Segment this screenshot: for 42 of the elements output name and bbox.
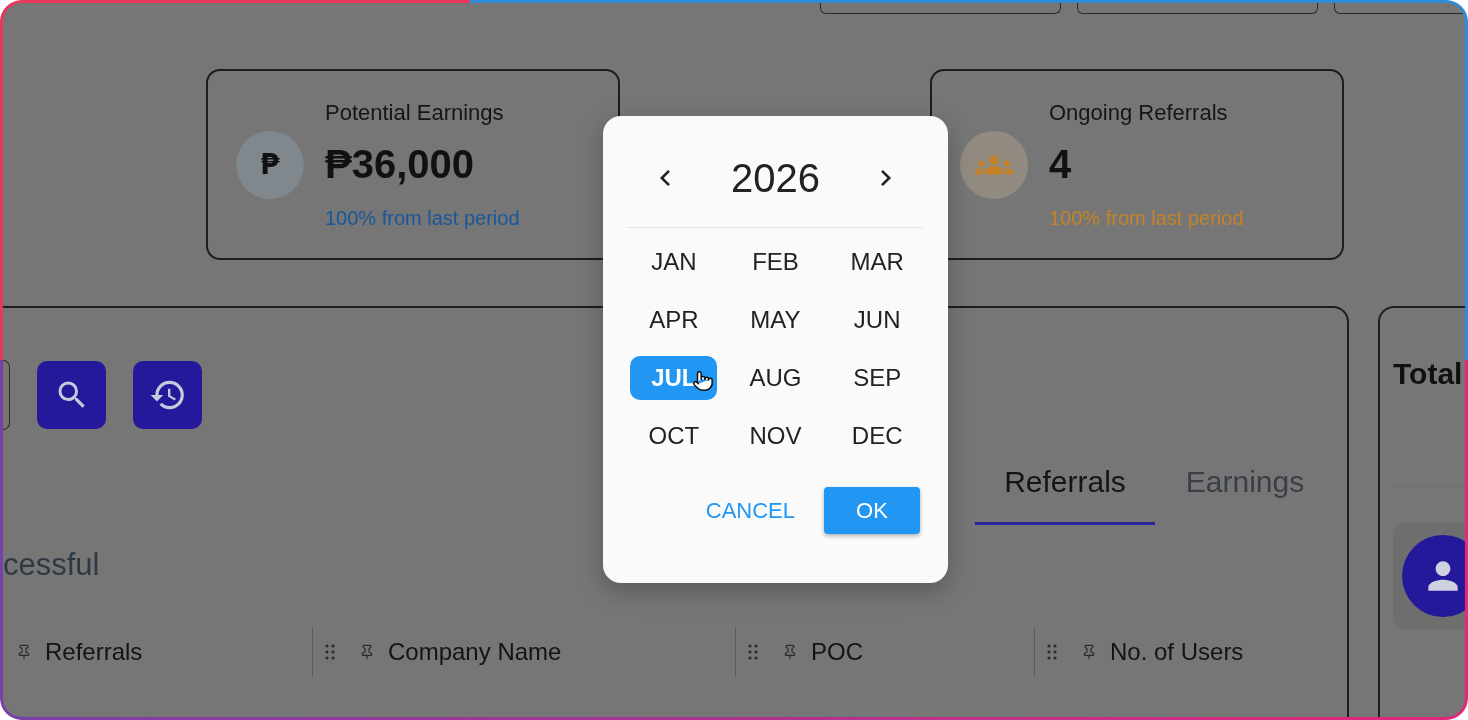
pin-icon[interactable] bbox=[782, 644, 798, 660]
header-control[interactable] bbox=[1077, 3, 1318, 14]
column-header: POC bbox=[811, 638, 863, 666]
column-header: No. of Users bbox=[1110, 638, 1244, 666]
month-option[interactable]: MAR bbox=[833, 240, 921, 284]
drag-handle-icon[interactable] bbox=[325, 644, 335, 660]
month-option[interactable]: MAY bbox=[732, 298, 819, 342]
header-control[interactable] bbox=[820, 3, 1061, 14]
column-header: Company Name bbox=[388, 638, 562, 666]
chevron-right-icon[interactable] bbox=[880, 169, 892, 187]
header-control[interactable] bbox=[1334, 3, 1465, 14]
month-option[interactable]: DEC bbox=[833, 414, 921, 458]
month-option[interactable]: SEP bbox=[833, 356, 921, 400]
drag-handle-icon[interactable] bbox=[1047, 644, 1057, 660]
pin-icon[interactable] bbox=[1081, 644, 1097, 660]
peso-icon: ₱ bbox=[236, 130, 304, 199]
month-option[interactable]: FEB bbox=[732, 240, 819, 284]
year-label: 2026 bbox=[731, 155, 820, 202]
pin-icon[interactable] bbox=[359, 644, 375, 660]
month-option[interactable]: OCT bbox=[630, 414, 718, 458]
tab[interactable]: Referrals bbox=[975, 443, 1155, 525]
stat-value: ₱36,000 bbox=[325, 142, 475, 186]
search-button[interactable] bbox=[37, 361, 106, 429]
change-text: 100% from last period bbox=[325, 206, 520, 230]
change-text: 100% from last period bbox=[1049, 206, 1244, 230]
stat-value: 4 bbox=[1049, 142, 1072, 186]
pin-icon[interactable] bbox=[16, 644, 32, 660]
card-title: Ongoing Referrals bbox=[1049, 99, 1228, 127]
month-option[interactable]: AUG bbox=[732, 356, 819, 400]
avatar-icon bbox=[1402, 535, 1465, 617]
month-option[interactable]: NOV bbox=[732, 414, 819, 458]
month-option[interactable]: JAN bbox=[630, 240, 718, 284]
month-option[interactable]: JUN bbox=[833, 298, 921, 342]
input-field[interactable] bbox=[3, 360, 10, 430]
month-option[interactable]: APR bbox=[630, 298, 718, 342]
card-title: Potential Earnings bbox=[325, 99, 504, 127]
section-heading: cessful bbox=[3, 547, 100, 583]
panel-title: Total bbox=[1393, 356, 1464, 392]
history-button[interactable] bbox=[133, 361, 202, 429]
column-header: Referrals bbox=[45, 638, 143, 666]
drag-handle-icon[interactable] bbox=[748, 644, 758, 660]
chevron-left-icon[interactable] bbox=[659, 169, 671, 187]
